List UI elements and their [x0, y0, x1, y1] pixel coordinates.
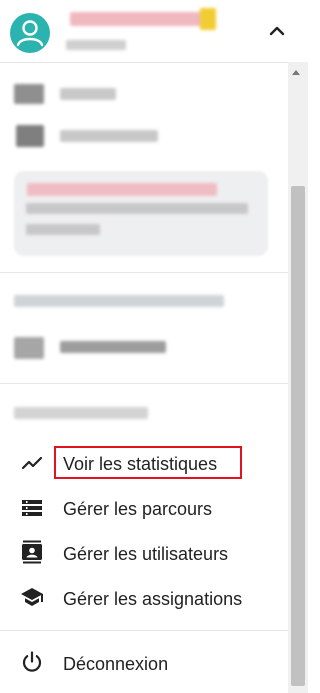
account-header[interactable] — [0, 0, 308, 62]
user-role-redacted — [66, 40, 126, 50]
chevron-up-icon[interactable] — [268, 22, 286, 40]
section-divider-2 — [0, 383, 288, 384]
redacted-admin-title — [14, 407, 148, 419]
redacted-section-title — [14, 295, 224, 307]
contacts-icon — [22, 540, 42, 564]
logout-divider — [0, 630, 288, 631]
header-divider — [0, 62, 288, 63]
logout-button[interactable]: Déconnexion — [0, 641, 288, 685]
menu-item-assignments[interactable]: Gérer les assignations — [0, 576, 288, 620]
menu-item-label: Gérer les utilisateurs — [63, 544, 229, 564]
list-icon — [22, 500, 42, 516]
vertical-scrollbar[interactable] — [288, 62, 308, 693]
user-name-redacted — [70, 12, 205, 26]
power-icon — [22, 651, 42, 672]
menu-item-courses[interactable]: Gérer les parcours — [0, 486, 288, 530]
avatar — [10, 13, 50, 53]
graduation-cap-icon — [21, 588, 43, 606]
logout-label: Déconnexion — [63, 654, 169, 674]
menu-item-label: Gérer les assignations — [63, 589, 243, 609]
account-menu-panel: Voir les statistiques Gérer les parcours… — [0, 0, 308, 693]
scrollbar-thumb[interactable] — [291, 186, 305, 686]
scroll-up-arrow-icon[interactable] — [292, 70, 300, 75]
menu-item-users[interactable]: Gérer les utilisateurs — [0, 531, 288, 575]
section-divider-1 — [0, 272, 288, 273]
trending-up-icon — [21, 456, 43, 470]
menu-item-label: Gérer les parcours — [63, 499, 213, 519]
menu-item-statistics[interactable]: Voir les statistiques — [0, 441, 288, 485]
menu-item-label: Voir les statistiques — [63, 454, 218, 474]
user-badge-redacted — [200, 8, 216, 30]
